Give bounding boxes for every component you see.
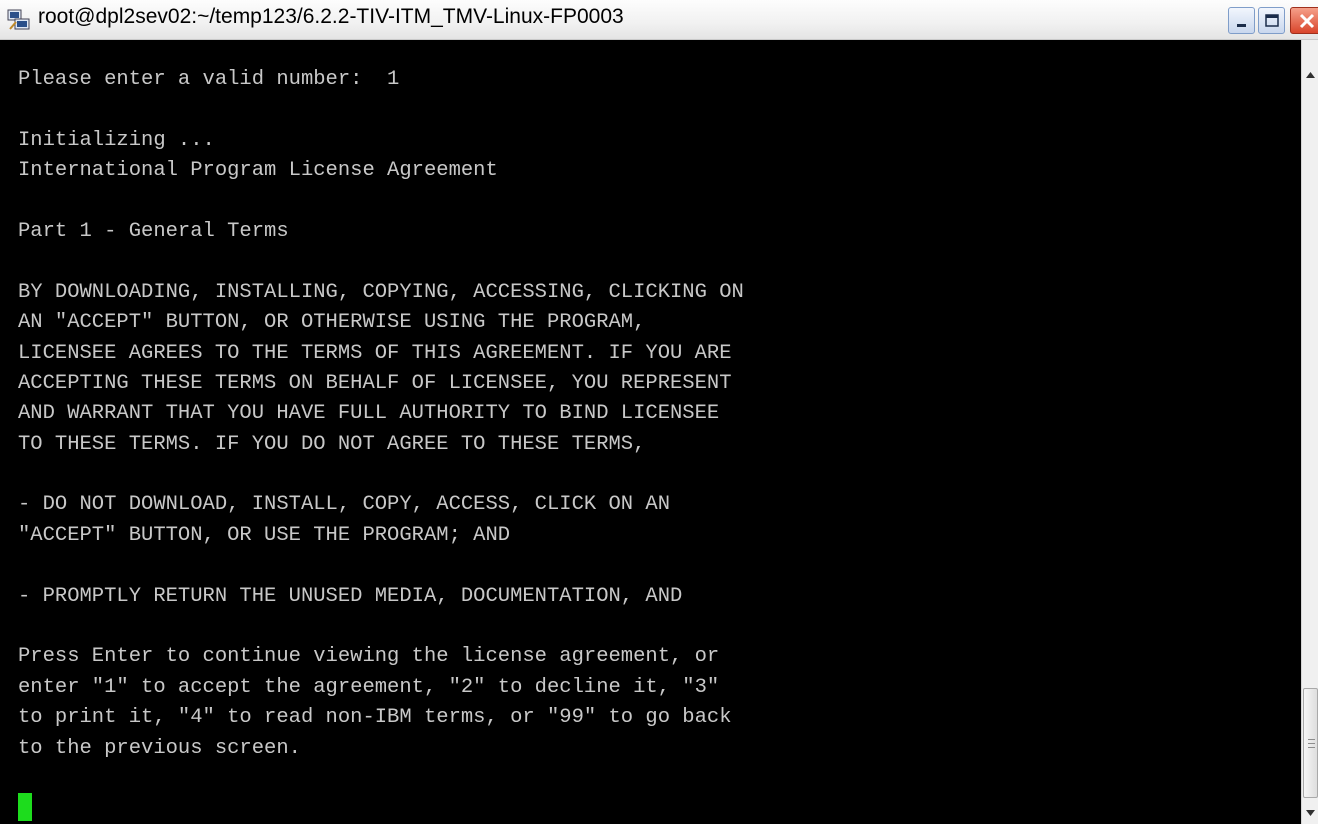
terminal-line: - PROMPTLY RETURN THE UNUSED MEDIA, DOCU… xyxy=(18,584,683,608)
terminal-line: ACCEPTING THESE TERMS ON BEHALF OF LICEN… xyxy=(18,371,732,395)
maximize-button[interactable] xyxy=(1258,7,1285,34)
vertical-scrollbar[interactable] xyxy=(1301,40,1318,824)
terminal-line: to the previous screen. xyxy=(18,736,301,760)
title-bar[interactable]: root@dpl2sev02:~/temp123/6.2.2-TIV-ITM_T… xyxy=(0,0,1318,40)
terminal-line: AN "ACCEPT" BUTTON, OR OTHERWISE USING T… xyxy=(18,311,646,335)
close-button[interactable] xyxy=(1290,7,1318,34)
terminal-line: Part 1 - General Terms xyxy=(18,219,289,243)
terminal-line: International Program License Agreement xyxy=(18,159,498,183)
terminal-window: root@dpl2sev02:~/temp123/6.2.2-TIV-ITM_T… xyxy=(0,0,1318,824)
minimize-button[interactable] xyxy=(1228,7,1255,34)
maximize-icon xyxy=(1265,14,1279,27)
scroll-down-button[interactable] xyxy=(1302,804,1318,824)
grip-icon xyxy=(1308,739,1315,748)
window-title: root@dpl2sev02:~/temp123/6.2.2-TIV-ITM_T… xyxy=(38,5,624,28)
arrow-up-icon xyxy=(1306,72,1315,78)
terminal-line: BY DOWNLOADING, INSTALLING, COPYING, ACC… xyxy=(18,280,744,304)
terminal-line: to print it, "4" to read non-IBM terms, … xyxy=(18,706,732,730)
terminal-text: Please enter a valid number: 1 Initializi… xyxy=(18,65,744,764)
terminal-output[interactable]: Please enter a valid number: 1 Initializi… xyxy=(0,40,1301,824)
scroll-up-button[interactable] xyxy=(1302,52,1318,92)
close-icon xyxy=(1299,13,1315,29)
terminal-line: Initializing ... xyxy=(18,128,215,152)
terminal-line: Press Enter to continue viewing the lice… xyxy=(18,645,720,669)
minimize-icon xyxy=(1237,24,1246,27)
terminal-line: - DO NOT DOWNLOAD, INSTALL, COPY, ACCESS… xyxy=(18,493,671,517)
terminal-line: Please enter a valid number: 1 xyxy=(18,68,400,91)
terminal-line: LICENSEE AGREES TO THE TERMS OF THIS AGR… xyxy=(18,341,732,365)
terminal-line: AND WARRANT THAT YOU HAVE FULL AUTHORITY… xyxy=(18,402,720,426)
scroll-thumb[interactable] xyxy=(1303,688,1318,798)
putty-icon[interactable] xyxy=(7,9,31,31)
terminal-line: "ACCEPT" BUTTON, OR USE THE PROGRAM; AND xyxy=(18,523,511,547)
arrow-down-icon xyxy=(1306,810,1315,816)
terminal-line: TO THESE TERMS. IF YOU DO NOT AGREE TO T… xyxy=(18,432,646,456)
terminal-line: enter "1" to accept the agreement, "2" t… xyxy=(18,675,720,699)
text-cursor xyxy=(18,793,32,821)
